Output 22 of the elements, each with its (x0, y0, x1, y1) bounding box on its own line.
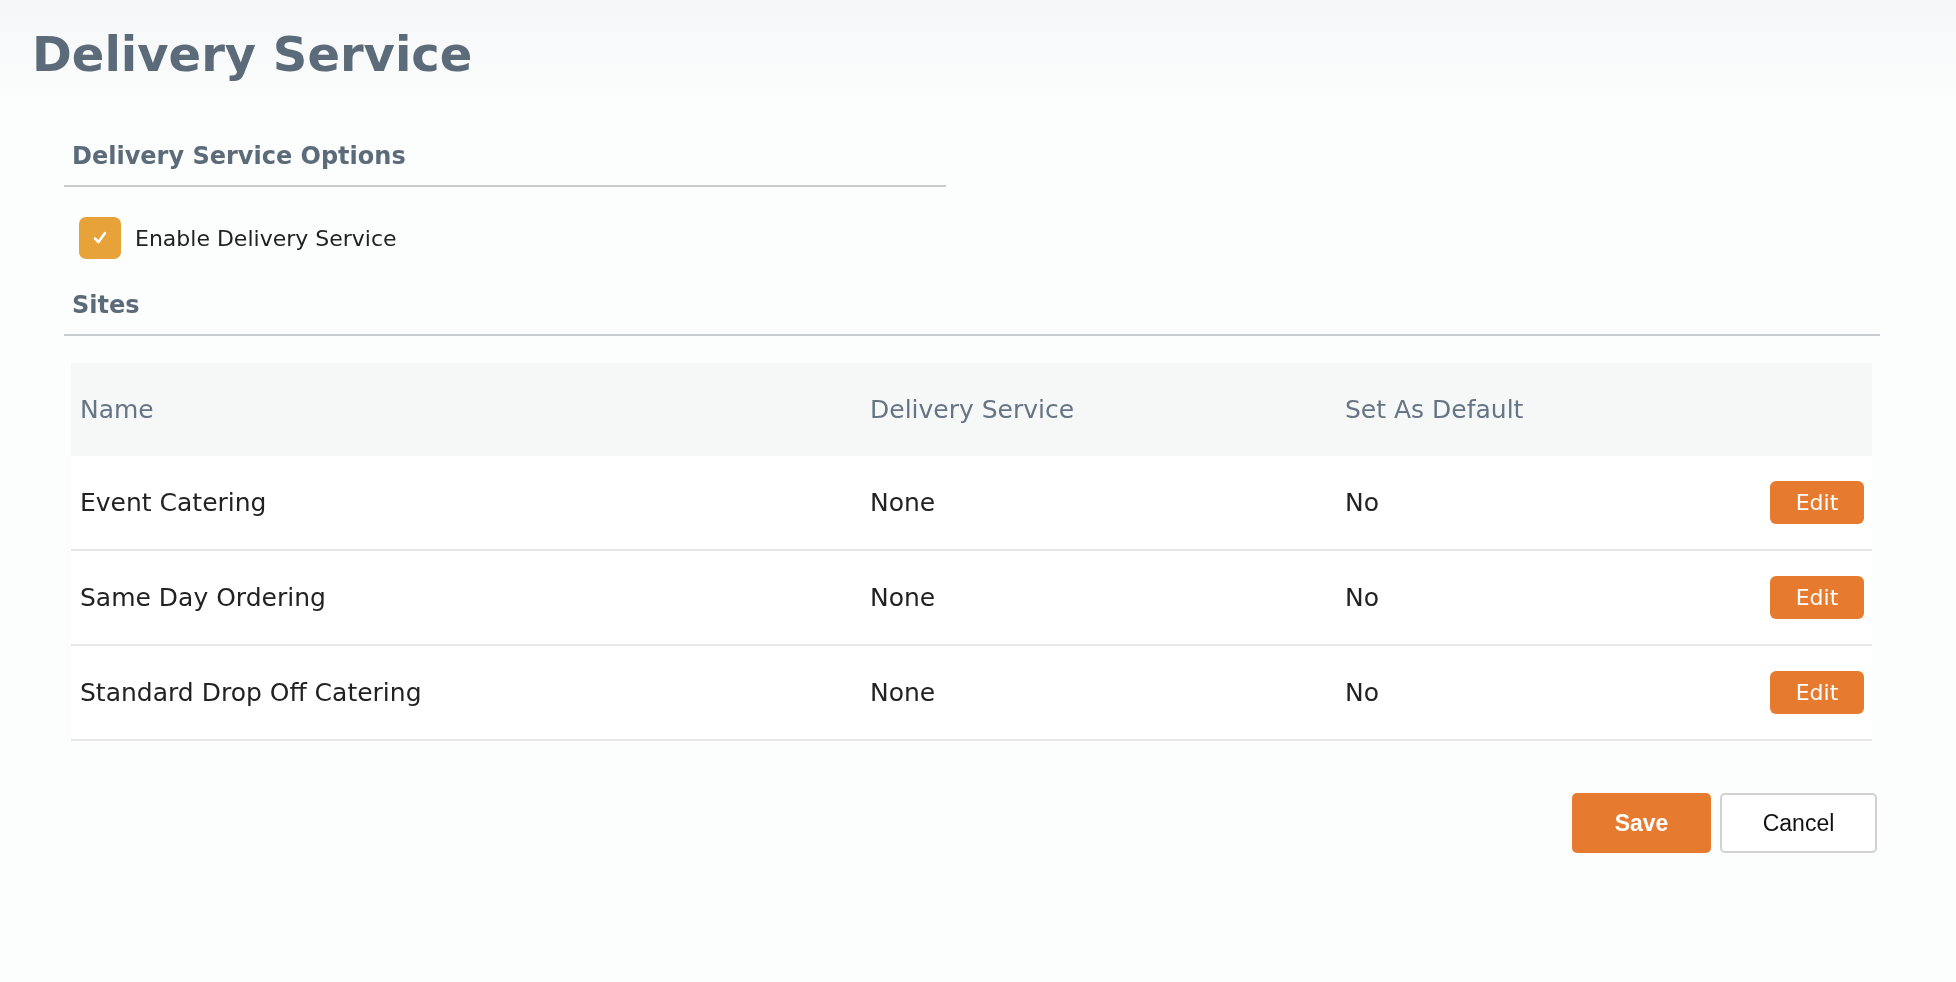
table-cell-text: Event Catering (79, 488, 268, 517)
table-cell-text: Standard Drop Off Catering (79, 678, 423, 707)
column-header: Set As Default (1344, 395, 1525, 424)
table-cell-text: None (869, 583, 937, 612)
column-header: Delivery Service (869, 395, 1076, 424)
table-cell-text: No (1344, 678, 1380, 707)
table-cell-text: No (1344, 583, 1380, 612)
edit-button[interactable]: Edit (1770, 481, 1864, 524)
cancel-button[interactable]: Cancel (1720, 793, 1877, 853)
section-heading: Sites (72, 291, 141, 319)
edit-button[interactable]: Edit (1770, 671, 1864, 714)
page-title: Delivery Service (32, 26, 474, 82)
table-cell-text: None (869, 678, 937, 707)
save-button[interactable]: Save (1572, 793, 1711, 853)
edit-button[interactable]: Edit (1770, 576, 1864, 619)
table-cell-text: No (1344, 488, 1380, 517)
checkbox[interactable] (79, 217, 121, 259)
column-header: Name (79, 395, 155, 424)
section-heading: Delivery Service Options (72, 142, 407, 170)
table-cell-text: Same Day Ordering (79, 583, 327, 612)
table-cell-text: None (869, 488, 937, 517)
checkbox-label: Enable Delivery Service (135, 225, 397, 251)
